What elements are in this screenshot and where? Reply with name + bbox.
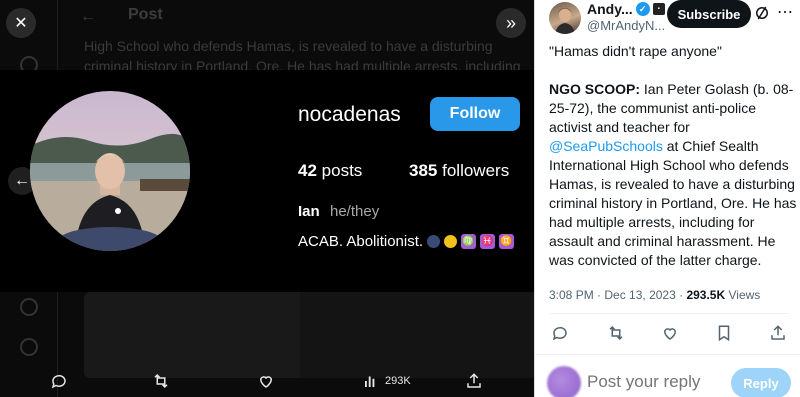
viewer-views-count: 293K [385, 375, 411, 387]
divider [549, 313, 789, 314]
media-viewer: ← Post High School who defends Hamas, is… [0, 0, 534, 397]
viewer-reply-button[interactable] [50, 372, 68, 390]
author-name[interactable]: Andy... ✓ ▪ [587, 1, 665, 17]
share-icon [467, 373, 481, 388]
expand-button[interactable]: » [496, 8, 526, 38]
mention-link[interactable]: @SeaPubSchools [549, 138, 663, 154]
pisces-icon: ♓ [480, 234, 496, 249]
viewer-like-button[interactable] [257, 372, 275, 390]
tweet-meta: 3:08 PM · Dec 13, 2023 · 293.5K Views [549, 288, 761, 302]
tweet-time[interactable]: 3:08 PM [549, 288, 594, 302]
virgo-icon: ♍ [461, 234, 477, 249]
tweet-quote: "Hamas didn't rape anyone" [549, 43, 722, 59]
verified-badge-icon: ✓ [635, 2, 650, 16]
reply-submit-button[interactable]: Reply [731, 368, 791, 397]
tweet-main-text: NGO SCOOP: Ian Peter Golash (b. 08-25-72… [549, 80, 797, 270]
instagram-profile-screenshot: ← nocadenas Follow 42 posts 385 follower… [0, 70, 534, 292]
tweet-date[interactable]: Dec 13, 2023 [604, 288, 675, 302]
tweet-body: "Hamas didn't rape anyone" NGO SCOOP: Ia… [549, 42, 797, 289]
repost-icon [154, 373, 168, 389]
views-count: 293.5K [686, 288, 726, 302]
analytics-icon [365, 376, 375, 387]
divider [535, 354, 800, 355]
ghost-header-title: Post [128, 6, 163, 23]
bio-text: ACAB. Abolitionist. [298, 233, 424, 250]
views-label: Views [728, 288, 761, 302]
scoop-label: NGO SCOOP: [549, 81, 641, 97]
viewer-views[interactable]: 293K [362, 372, 411, 390]
profile-bio: ACAB. Abolitionist. ♍ ♓ ♊ [298, 233, 515, 250]
reply-input[interactable] [587, 372, 727, 392]
heart-icon [663, 328, 677, 340]
grok-icon[interactable] [753, 4, 771, 22]
follow-button[interactable]: Follow [430, 97, 520, 131]
author-name-text: Andy... [587, 1, 633, 17]
profile-icon [20, 298, 38, 316]
posts-count: 42 [298, 161, 317, 180]
posts-stat: 42 posts [298, 161, 362, 181]
viewer-share-button[interactable] [465, 372, 483, 390]
share-button[interactable] [769, 324, 789, 344]
back-arrow-icon: ← [80, 8, 96, 25]
affiliation-badge-icon: ▪ [652, 3, 665, 15]
followers-label: followers [442, 161, 510, 180]
profile-name: Ian [298, 203, 320, 220]
profile-pronouns: he/they [330, 203, 380, 220]
viewer-repost-button[interactable] [152, 372, 170, 390]
tweet-action-bar [535, 324, 800, 346]
followers-count: 385 [409, 161, 438, 180]
reply-button[interactable] [551, 324, 571, 344]
author-avatar[interactable] [549, 2, 581, 34]
full-moon-emoji-icon [444, 235, 458, 248]
user-avatar [547, 366, 581, 397]
author-handle[interactable]: @MrAndyN... [587, 18, 665, 33]
followers-stat: 385 followers [409, 161, 509, 181]
gemini-icon: ♊ [499, 234, 515, 249]
tweet-text-part2: at Chief Sealth International High Schoo… [549, 138, 797, 268]
tweet-detail-panel: Andy... ✓ ▪ @MrAndyN... Subscribe ⋯ "Ham… [534, 0, 800, 397]
share-icon [771, 325, 785, 340]
reply-icon [51, 374, 66, 389]
more-icon [20, 338, 38, 356]
heart-icon [259, 376, 273, 388]
more-options-icon[interactable]: ⋯ [777, 2, 793, 22]
viewer-action-bar: 293K [0, 366, 534, 397]
posts-label: posts [321, 161, 363, 180]
profile-username: nocadenas [298, 103, 401, 126]
profile-photo [30, 91, 190, 251]
subscribe-button[interactable]: Subscribe [667, 0, 751, 28]
repost-button[interactable] [607, 324, 627, 344]
new-moon-emoji-icon [427, 235, 441, 248]
repost-icon [609, 325, 623, 341]
like-button[interactable] [661, 324, 681, 344]
close-button[interactable]: ✕ [6, 8, 36, 38]
reply-icon [552, 326, 567, 341]
bookmark-button[interactable] [715, 324, 735, 344]
bookmark-icon [718, 325, 730, 342]
